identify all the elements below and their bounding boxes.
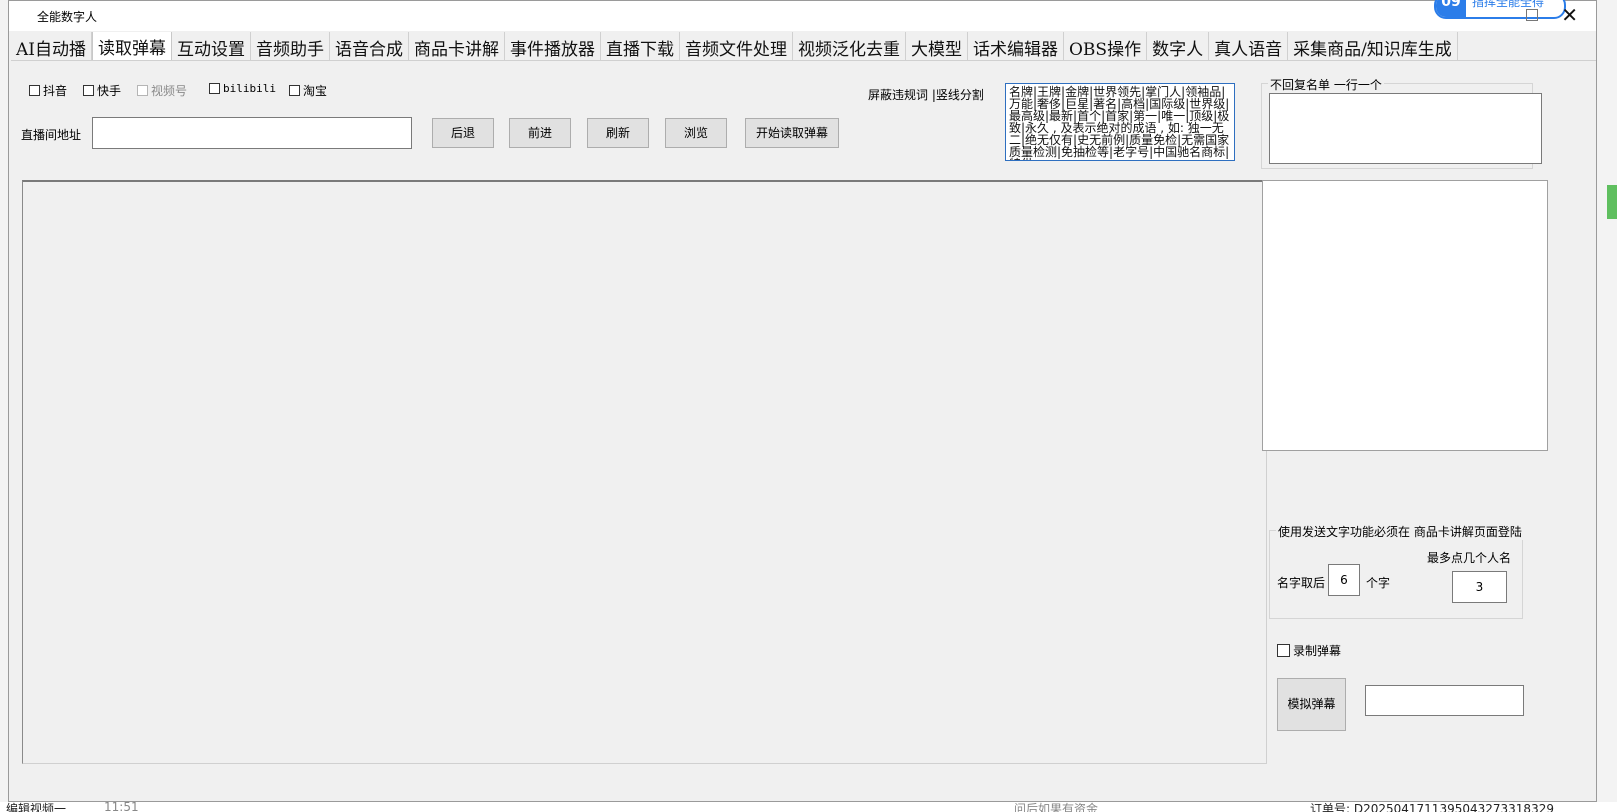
background-bottom-strip: 编辑视频一 11:51 问后如果有资金 订单号: D20250417113950… — [0, 802, 1617, 812]
danmaku-list-panel[interactable] — [1262, 180, 1548, 451]
checkbox-taobao[interactable]: 淘宝 — [289, 82, 327, 99]
title-bar: 全能数字人 09 指挥全能全得 ✕ — [9, 0, 1596, 31]
simulate-danmaku-input[interactable] — [1365, 685, 1524, 716]
browse-button[interactable]: 浏览 — [665, 118, 727, 148]
checkbox-record-danmaku[interactable]: 录制弹幕 — [1277, 642, 1341, 659]
checkbox-shipinhao[interactable]: 视频号 — [137, 82, 187, 99]
noreply-label: 不回复名单 一行一个 — [1268, 76, 1384, 93]
checkbox-box[interactable] — [209, 83, 220, 94]
background-text: 11:51 — [104, 802, 139, 812]
tab-3[interactable]: 音频助手 — [251, 32, 330, 60]
tab-14[interactable]: 真人语音 — [1209, 32, 1289, 60]
tab-5[interactable]: 商品卡讲解 — [409, 32, 505, 60]
live-url-input[interactable] — [92, 117, 412, 149]
tab-13[interactable]: 数字人 — [1147, 32, 1210, 60]
checkbox-label: 录制弹幕 — [1293, 644, 1342, 658]
background-right-strip — [1597, 0, 1617, 812]
name-prefix-label: 名字取后 — [1277, 576, 1326, 590]
checkbox-label: 视频号 — [151, 84, 188, 98]
background-green-tag — [1607, 185, 1617, 219]
background-text: 订单号: D2025041711395043273318329 — [1310, 802, 1554, 812]
checkbox-label: 淘宝 — [303, 84, 328, 98]
checkbox-label: bilibili — [223, 82, 276, 95]
noreply-textarea[interactable] — [1269, 93, 1542, 164]
checkbox-box[interactable] — [137, 85, 148, 96]
tab-strip: AI自动播 读取弹幕 互动设置 音频助手 语音合成 商品卡讲解 事件播放器 直播下载 音频文件处… — [11, 32, 1596, 61]
tab-2[interactable]: 互动设置 — [172, 32, 251, 60]
back-button[interactable]: 后退 — [432, 118, 494, 148]
tab-0[interactable]: AI自动播 — [11, 32, 92, 60]
close-icon[interactable]: ✕ — [1561, 3, 1578, 27]
badge-text: 指挥全能全得 — [1472, 0, 1545, 9]
tab-10[interactable]: 大模型 — [906, 32, 968, 60]
main-window: 全能数字人 09 指挥全能全得 ✕ AI自动播 读取弹幕 互动设置 音频助手 语音合成商… — [8, 0, 1597, 802]
maximize-icon[interactable] — [1526, 9, 1538, 21]
badge-number: 09 — [1436, 0, 1466, 17]
checkbox-kuaishou[interactable]: 快手 — [83, 82, 121, 99]
checkbox-bilibili[interactable]: bilibili — [209, 82, 276, 95]
checkbox-box[interactable] — [83, 85, 94, 96]
refresh-button[interactable]: 刷新 — [587, 118, 649, 148]
tab-15[interactable]: 采集商品/知识库生成 — [1288, 32, 1458, 60]
name-length-input[interactable] — [1328, 564, 1360, 596]
forward-button[interactable]: 前进 — [509, 118, 571, 148]
maxnames-label: 最多点几个人名 — [1427, 551, 1512, 565]
maxnames-input[interactable] — [1452, 571, 1507, 603]
tab-6[interactable]: 事件播放器 — [505, 32, 601, 60]
tab-11[interactable]: 话术编辑器 — [968, 32, 1064, 60]
background-text: 编辑视频一 — [6, 802, 67, 812]
checkbox-box[interactable] — [289, 85, 300, 96]
tab-1[interactable]: 读取弹幕 — [92, 32, 172, 60]
sendtext-title: 使用发送文字功能必须在 商品卡讲解页面登陆 — [1276, 523, 1524, 540]
checkbox-box[interactable] — [29, 85, 40, 96]
background-text: 问后如果有资金 — [1014, 802, 1099, 812]
name-suffix-label: 个字 — [1366, 576, 1391, 590]
simulate-danmaku-button[interactable]: 模拟弹幕 — [1277, 678, 1346, 731]
checkbox-label: 抖音 — [43, 84, 68, 98]
checkbox-label: 快手 — [97, 84, 122, 98]
danmaku-display-area — [22, 180, 1267, 764]
url-label: 直播间地址 — [21, 128, 82, 142]
blockwords-textarea[interactable]: 名牌|王牌|金牌|世界领先|掌门人|领袖品|万能|奢侈|巨星|著名|高档|国际级… — [1005, 83, 1235, 161]
checkbox-box[interactable] — [1277, 644, 1290, 657]
window-title: 全能数字人 — [37, 10, 98, 24]
tab-7[interactable]: 直播下载 — [601, 32, 680, 60]
notification-badge[interactable]: 09 指挥全能全得 — [1434, 0, 1566, 19]
tab-4[interactable]: 语音合成 — [330, 32, 409, 60]
tab-8[interactable]: 音频文件处理 — [680, 32, 793, 60]
background-left-strip — [0, 0, 8, 812]
tab-12[interactable]: OBS操作 — [1064, 32, 1148, 60]
start-read-danmaku-button[interactable]: 开始读取弹幕 — [745, 118, 839, 148]
checkbox-douyin[interactable]: 抖音 — [29, 82, 67, 99]
tab-9[interactable]: 视频泛化去重 — [793, 32, 906, 60]
blockwords-label: 屏蔽违规词 |竖线分割 — [868, 88, 984, 102]
